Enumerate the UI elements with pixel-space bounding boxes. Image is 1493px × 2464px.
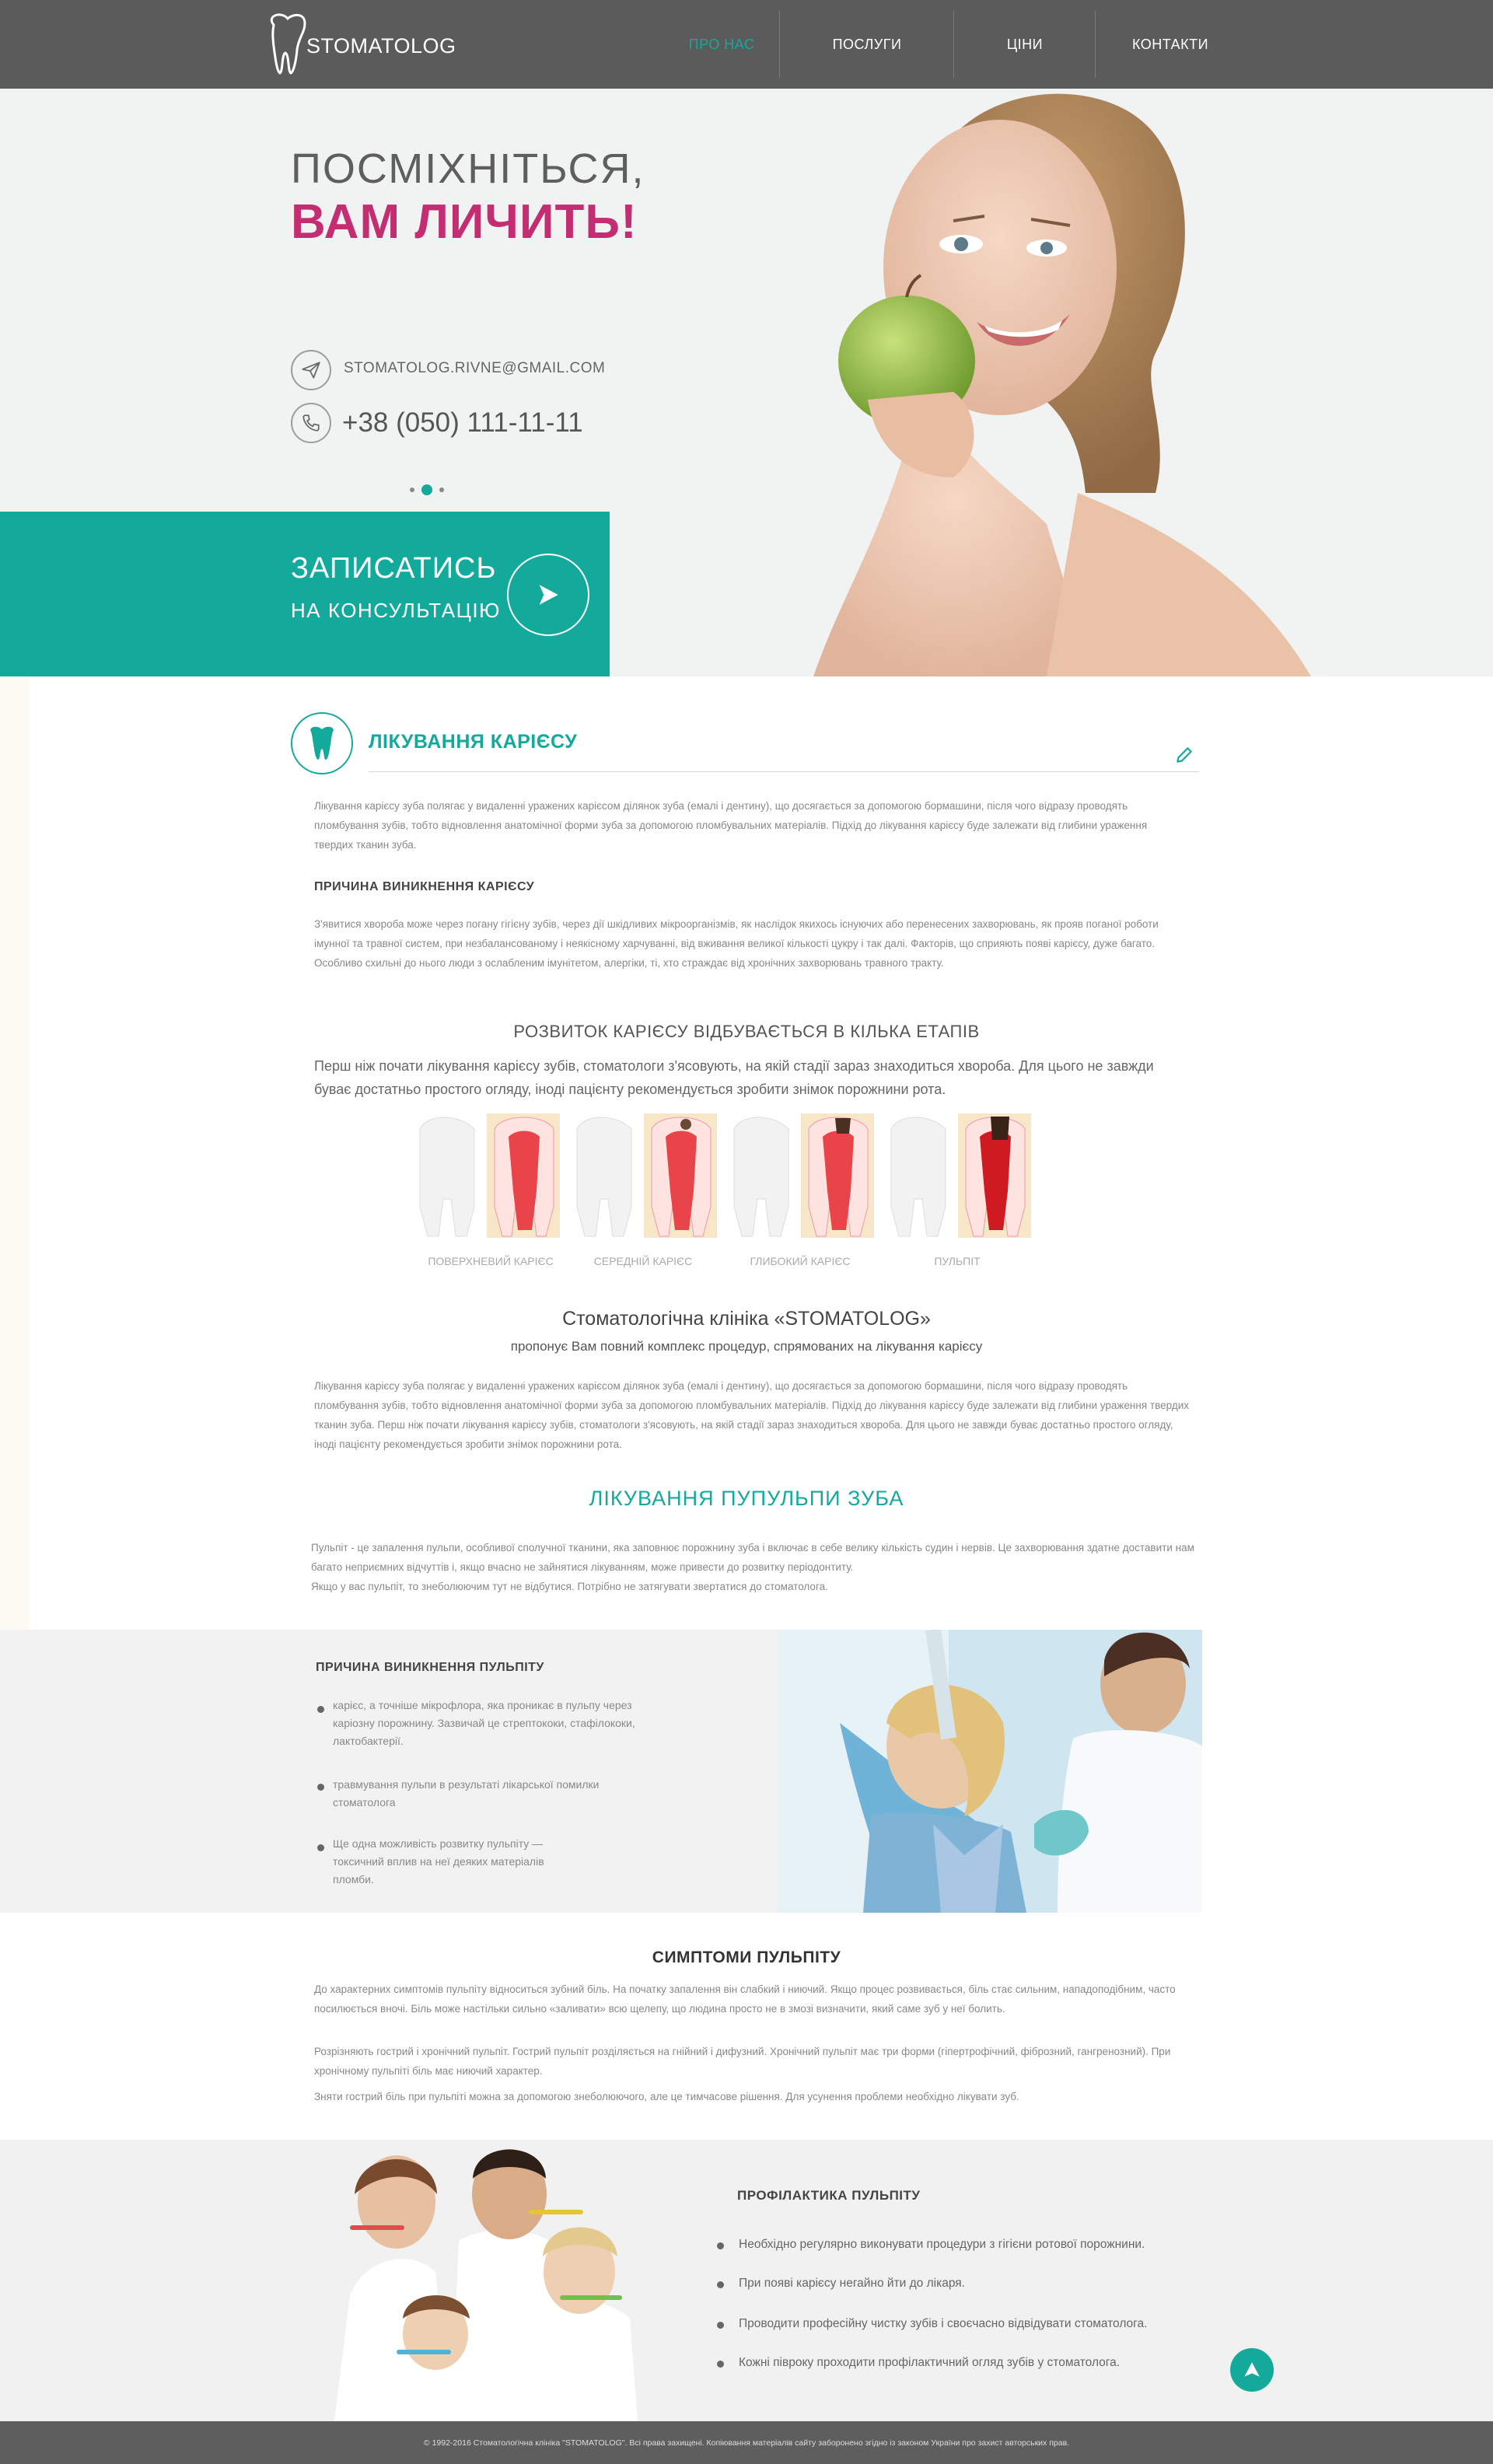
cta-arrow-button[interactable] — [507, 554, 589, 636]
slider-dots[interactable] — [407, 482, 446, 498]
nav-item-services[interactable]: ПОСЛУГИ — [781, 0, 953, 89]
symptoms-heading: СИМПТОМИ ПУЛЬПІТУ — [652, 1948, 841, 1966]
hero-woman-apple-image — [611, 89, 1493, 676]
pencil-icon[interactable] — [1174, 745, 1194, 765]
pulp-paragraph: Пульпіт - це запалення пульпи, особливої… — [311, 1542, 1194, 1573]
list-item: травмування пульпи в результаті лікарськ… — [333, 1778, 600, 1809]
stage-label: ПУЛЬПІТ — [934, 1255, 981, 1267]
stage-label: СЕРЕДНІЙ КАРІЄС — [593, 1255, 693, 1267]
bullet-dot — [317, 1706, 324, 1713]
bullet-dot — [317, 1784, 324, 1791]
tooth-stage-image — [419, 1113, 560, 1238]
bullet-dot — [717, 2242, 724, 2249]
dentist-patient-image — [778, 1630, 1202, 1913]
pulpitis-cause-heading: ПРИЧИНА ВИНИКНЕННЯ ПУЛЬПІТУ — [316, 1661, 544, 1674]
tooth-stage-image — [890, 1113, 1031, 1238]
tooth-stage-image — [576, 1113, 717, 1238]
symptoms-paragraph: Зняти гострий біль при пульпіті можна за… — [314, 2091, 1019, 2102]
list-item: При появі карієсу негайно йти до лікаря. — [739, 2277, 965, 2290]
hero-title-line1: ПОСМІХНІТЬСЯ, — [291, 145, 645, 192]
arrow-up-icon — [1244, 2362, 1260, 2377]
phone-icon — [291, 403, 331, 443]
contact-email[interactable]: STOMATOLOG.RIVNE@GMAIL.COM — [344, 360, 605, 377]
clinic-paragraph: Лікування карієсу зуба полягає у видален… — [314, 1380, 1189, 1450]
bullet-dot — [717, 2281, 724, 2288]
title-divider — [369, 771, 1199, 772]
cause-heading: ПРИЧИНА ВИНИКНЕННЯ КАРІЄСУ — [314, 880, 535, 893]
tooth-icon — [291, 712, 353, 774]
list-item: Ще одна можливість розвитку пульпіту — т… — [333, 1837, 544, 1886]
symptoms-paragraph: До характерних симптомів пульпіту віднос… — [314, 1983, 1176, 2015]
pulp-heading: ЛІКУВАННЯ ПУПУЛЬПИ ЗУБА — [589, 1487, 904, 1510]
stages-paragraph: Перш ніж почати лікування карієсу зубів,… — [314, 1058, 1154, 1097]
pulp-paragraph: Якщо у вас пульпіт, то знеболюючим тут н… — [311, 1581, 828, 1592]
paper-plane-icon — [291, 350, 331, 390]
contact-phone[interactable]: +38 (050) 111-11-11 — [342, 407, 583, 439]
nav-divider — [953, 11, 954, 78]
symptoms-paragraph: Розрізняють гострий і хронічний пульпіт.… — [314, 2046, 1171, 2077]
bullet-dot — [717, 2322, 724, 2329]
cause-paragraph: З'явитися хвороба може через погану гігі… — [314, 918, 1159, 969]
bullet-dot — [717, 2361, 724, 2368]
clinic-heading: Стоматологічна клініка «STOMATOLOG» — [562, 1308, 931, 1330]
tooth-stage-image — [733, 1113, 874, 1238]
cta-title[interactable]: ЗАПИСАТИСЬ — [291, 552, 496, 585]
bullet-dot — [317, 1844, 324, 1851]
intro-paragraph: Лікування карієсу зуба полягає у видален… — [314, 800, 1148, 851]
hero-title-line2: ВАМ ЛИЧИТЬ! — [291, 195, 638, 249]
footer-copyright: © 1992-2016 Стоматологічна клініка "STOM… — [0, 2421, 1493, 2464]
cta-subtitle[interactable]: НА КОНСУЛЬТАЦІЮ — [291, 599, 501, 623]
nav-divider — [779, 11, 780, 78]
nav-item-about[interactable]: ПРО НАС — [667, 0, 776, 89]
nav-item-contacts[interactable]: КОНТАКТИ — [1096, 0, 1244, 89]
logo-text[interactable]: STOMATOLOG — [306, 34, 456, 58]
stage-label: ГЛИБОКИЙ КАРІЄС — [750, 1255, 851, 1267]
article-title: ЛІКУВАННЯ КАРІЄСУ — [369, 731, 578, 753]
list-item: Необхідно регулярно виконувати процедури… — [739, 2238, 1145, 2251]
clinic-subheading: пропонує Вам повний комплекс процедур, с… — [510, 1339, 983, 1354]
list-item: Кожні півроку проходити профілактичний о… — [739, 2356, 1121, 2369]
stages-heading: РОЗВИТОК КАРІЄСУ ВІДБУВАЄТЬСЯ В КІЛЬКА Е… — [513, 1022, 980, 1041]
list-item: Проводити професійну чистку зубів і своє… — [739, 2317, 1148, 2330]
nav-item-prices[interactable]: ЦІНИ — [955, 0, 1095, 89]
prevention-heading: ПРОФІЛАКТИКА ПУЛЬПІТУ — [737, 2188, 921, 2203]
scroll-top-button[interactable] — [1230, 2348, 1274, 2392]
list-item: карієс, а точніше мікрофлора, яка проник… — [333, 1699, 635, 1747]
arrow-right-icon — [539, 585, 558, 605]
family-brushing-teeth-image — [303, 2140, 692, 2421]
nav-divider — [1095, 11, 1096, 78]
stage-label: ПОВЕРХНЕВИЙ КАРІЄС — [428, 1255, 554, 1267]
